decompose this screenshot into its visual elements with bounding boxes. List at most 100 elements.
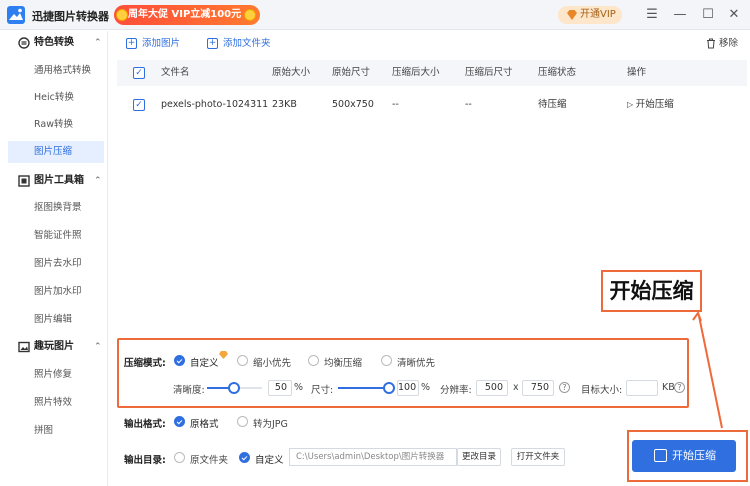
row-start-button[interactable]: ▷ 开始压缩 — [627, 90, 674, 120]
cell-filename: pexels-photo-1024311 — [161, 99, 269, 110]
sidebar-item-remove-watermark[interactable]: 图片去水印 — [0, 253, 108, 275]
col-status: 压缩状态 — [538, 67, 577, 78]
add-folder-label: 添加文件夹 — [223, 38, 271, 49]
callout-arrow — [692, 312, 723, 429]
mode-shrink-radio[interactable] — [237, 355, 248, 366]
mode-clarity-label[interactable]: 清晰优先 — [397, 355, 435, 369]
clarity-label: 清晰度: — [173, 385, 205, 396]
sidebar-item-cutout[interactable]: 抠图换背景 — [0, 197, 108, 219]
change-dir-button[interactable]: 更改目录 — [457, 448, 501, 466]
sidebar-item-edit[interactable]: 图片编辑 — [0, 309, 108, 331]
target-size-unit: KB — [662, 382, 675, 393]
remove-button[interactable]: 移除 — [706, 37, 738, 51]
mode-shrink-label[interactable]: 缩小优先 — [253, 355, 291, 369]
vip-button[interactable]: 开通VIP — [558, 6, 622, 24]
sidebar-item-collage[interactable]: 拼图 — [0, 420, 108, 442]
row-action-label: 开始压缩 — [635, 99, 674, 110]
format-original-label[interactable]: 原格式 — [190, 416, 219, 430]
dir-custom-label[interactable]: 自定义 — [255, 452, 284, 466]
sidebar-item-add-watermark[interactable]: 图片加水印 — [0, 281, 108, 303]
vip-crown-icon — [219, 351, 228, 359]
sidebar: 特色转换 ⌃ 通用格式转换 Heic转换 Raw转换 图片压缩 图片工具箱 ⌃ … — [0, 31, 108, 486]
sidebar-item-photo-effects[interactable]: 照片特效 — [0, 392, 108, 414]
size-slider-fill — [338, 387, 388, 389]
table-header: ✓ 文件名 原始大小 原始尺寸 压缩后大小 压缩后尺寸 压缩状态 操作 — [117, 60, 747, 86]
resolution-height-input[interactable]: 750 — [522, 380, 554, 396]
size-slider-handle[interactable] — [383, 382, 395, 394]
resolution-label: 分辨率: — [440, 385, 472, 396]
size-slider[interactable] — [338, 382, 395, 394]
select-all-checkbox[interactable]: ✓ — [133, 67, 145, 79]
mode-balance-label[interactable]: 均衡压缩 — [324, 355, 362, 369]
play-icon: ▷ — [627, 100, 636, 109]
help-icon[interactable]: ? — [559, 382, 570, 393]
col-filename: 文件名 — [161, 67, 190, 78]
remove-label: 移除 — [719, 38, 739, 49]
start-button-label: 开始压缩 — [672, 449, 716, 462]
table-row[interactable]: ✓ pexels-photo-1024311 23KB 500x750 -- -… — [117, 90, 747, 120]
chevron-up-icon: ⌃ — [94, 38, 102, 48]
open-folder-button[interactable]: 打开文件夹 — [511, 448, 565, 466]
chevron-up-icon: ⌃ — [94, 176, 102, 186]
sidebar-item-raw[interactable]: Raw转换 — [0, 114, 108, 136]
sidebar-item-photo-repair[interactable]: 照片修复 — [0, 364, 108, 386]
format-jpg-label[interactable]: 转为JPG — [253, 416, 288, 430]
resolution-separator: x — [513, 382, 519, 393]
resolution-width-input[interactable]: 500 — [476, 380, 508, 396]
clarity-slider-handle[interactable] — [228, 382, 240, 394]
diamond-icon — [567, 10, 577, 20]
start-compress-button[interactable]: 开始压缩 — [632, 440, 736, 472]
row-checkbox[interactable]: ✓ — [133, 99, 145, 111]
dir-custom-radio[interactable] — [239, 452, 250, 463]
callout-label: 开始压缩 — [601, 270, 702, 312]
title-bar: 迅捷图片转换器 周年大促 VIP立减100元 开通VIP ☰ — ☐ ✕ — [0, 0, 750, 30]
output-dir-label: 输出目录: — [124, 455, 166, 466]
clarity-input[interactable]: 50 — [268, 380, 292, 396]
promo-text: 周年大促 VIP立减100元 — [128, 9, 242, 20]
close-icon[interactable]: ✕ — [724, 5, 744, 25]
promo-banner[interactable]: 周年大促 VIP立减100元 — [114, 5, 260, 25]
size-label: 尺寸: — [311, 385, 334, 396]
sidebar-item-general-convert[interactable]: 通用格式转换 — [0, 60, 108, 82]
menu-icon[interactable]: ☰ — [642, 5, 662, 25]
mode-custom-label[interactable]: 自定义 — [190, 355, 219, 369]
dir-original-label[interactable]: 原文件夹 — [190, 452, 228, 466]
sidebar-item-id-photo[interactable]: 智能证件照 — [0, 225, 108, 247]
section-title: 图片工具箱 — [34, 175, 84, 186]
mode-clarity-radio[interactable] — [381, 355, 392, 366]
format-jpg-radio[interactable] — [237, 416, 248, 427]
mode-balance-radio[interactable] — [308, 355, 319, 366]
maximize-icon[interactable]: ☐ — [698, 5, 718, 25]
clarity-unit: % — [294, 382, 304, 393]
dir-original-radio[interactable] — [174, 452, 185, 463]
target-size-label: 目标大小: — [581, 385, 623, 396]
sidebar-section-special-convert[interactable]: 特色转换 ⌃ — [0, 32, 108, 54]
compression-options-panel — [117, 338, 689, 408]
convert-icon — [654, 449, 667, 462]
add-image-label: 添加图片 — [142, 38, 181, 49]
sidebar-section-toolbox[interactable]: 图片工具箱 ⌃ — [0, 170, 108, 192]
output-format-label: 输出格式: — [124, 419, 166, 430]
sidebar-item-heic[interactable]: Heic转换 — [0, 87, 108, 109]
plus-icon: + — [126, 38, 137, 49]
add-image-button[interactable]: + 添加图片 — [126, 37, 180, 51]
size-input[interactable]: 100 — [397, 380, 419, 396]
sidebar-section-fun[interactable]: 趣玩图片 ⌃ — [0, 336, 108, 358]
help-icon[interactable]: ? — [674, 382, 685, 393]
sidebar-item-compress[interactable]: 图片压缩 — [8, 141, 104, 163]
coin-icon — [116, 9, 128, 21]
add-folder-button[interactable]: + 添加文件夹 — [207, 37, 271, 51]
cell-status: 待压缩 — [538, 99, 567, 110]
target-size-input[interactable] — [626, 380, 658, 396]
col-new-size: 压缩后大小 — [392, 67, 440, 78]
section-title: 特色转换 — [34, 37, 74, 48]
col-new-dims: 压缩后尺寸 — [465, 67, 513, 78]
output-path-field[interactable]: C:\Users\admin\Desktop\图片转换器 — [289, 448, 457, 466]
app-title: 迅捷图片转换器 — [32, 10, 109, 23]
clarity-slider[interactable] — [207, 382, 262, 394]
convert-icon — [18, 37, 30, 49]
format-original-radio[interactable] — [174, 416, 185, 427]
picture-icon — [18, 341, 30, 353]
mode-custom-radio[interactable] — [174, 355, 185, 366]
minimize-icon[interactable]: — — [670, 5, 690, 25]
